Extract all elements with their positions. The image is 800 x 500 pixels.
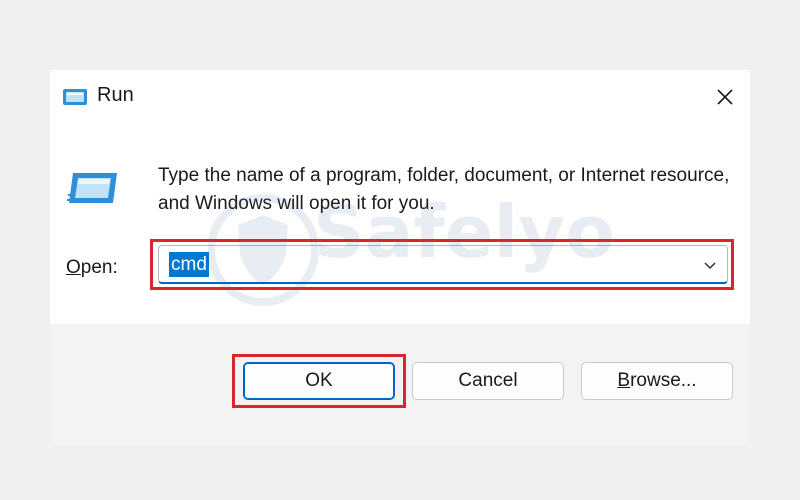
cancel-button[interactable]: Cancel: [412, 362, 564, 400]
run-dialog: Run Type the name of a program, folder, …: [50, 70, 750, 445]
input-highlight-box: [150, 239, 734, 290]
run-program-icon: [67, 170, 119, 206]
close-icon: [717, 89, 733, 105]
open-label-rest: pen:: [80, 257, 118, 278]
close-button[interactable]: [708, 80, 742, 114]
open-label: Open:: [66, 257, 118, 279]
open-label-access-key: O: [66, 257, 81, 278]
browse-button[interactable]: Browse...: [581, 362, 733, 400]
ok-highlight-box: [232, 354, 406, 408]
title-bar[interactable]: Run: [50, 70, 750, 124]
browse-label-rest: rowse...: [630, 370, 697, 391]
run-app-icon: [62, 87, 88, 107]
screenshot-stage: Run Type the name of a program, folder, …: [0, 0, 800, 500]
dialog-content: Type the name of a program, folder, docu…: [50, 124, 750, 324]
window-title: Run: [97, 84, 134, 106]
browse-access-key: B: [617, 370, 631, 391]
run-description: Type the name of a program, folder, docu…: [158, 165, 730, 214]
